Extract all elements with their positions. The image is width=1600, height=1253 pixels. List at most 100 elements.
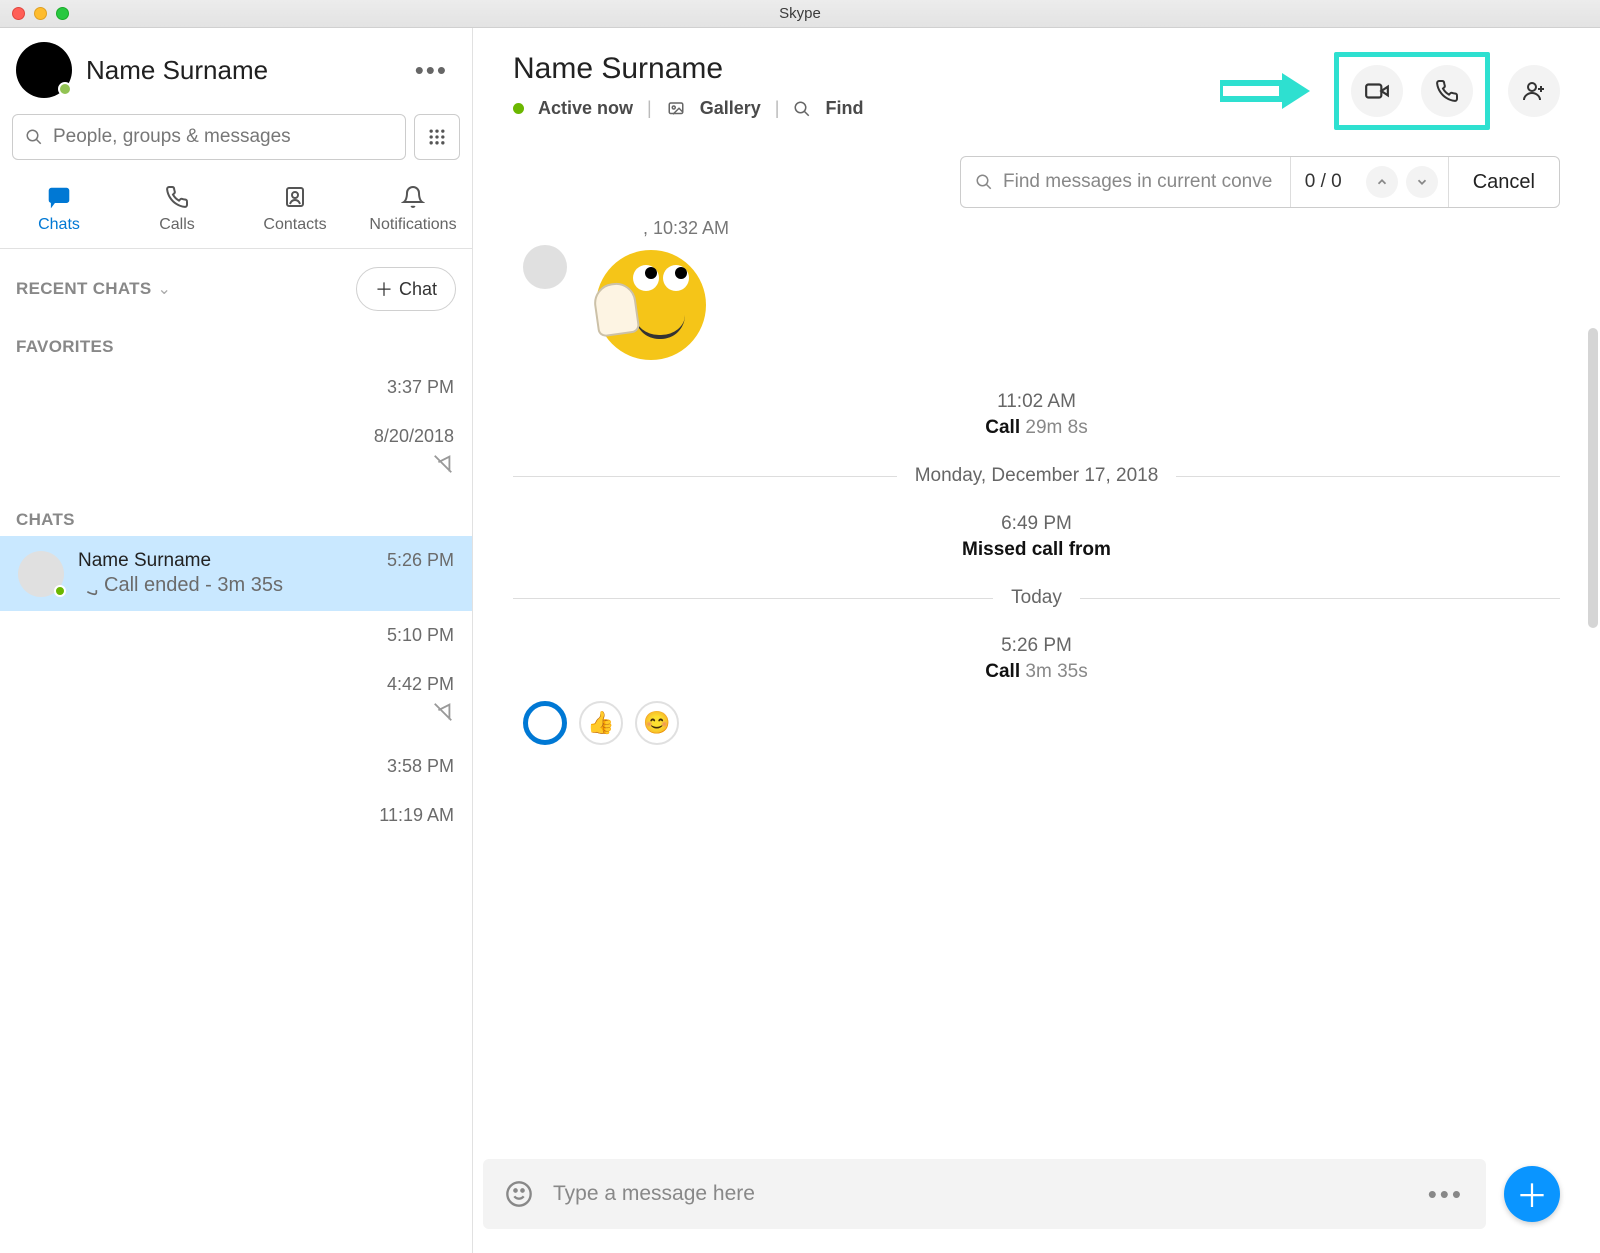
event-time: 6:49 PM: [513, 513, 1560, 535]
item-time: 5:26 PM: [387, 550, 454, 571]
dialpad-icon: [427, 127, 447, 147]
find-input[interactable]: Find messages in current conve: [961, 171, 1290, 193]
item-time: 11:19 AM: [18, 805, 454, 826]
new-action-button[interactable]: ＋: [1504, 1166, 1560, 1222]
day-label: Monday, December 17, 2018: [915, 465, 1159, 487]
avatar[interactable]: [16, 42, 72, 98]
conversation-header: Name Surname Active now | Gallery | Find: [473, 28, 1600, 140]
item-time: 5:10 PM: [18, 625, 454, 646]
app-title: Skype: [0, 5, 1600, 22]
search-icon: [25, 128, 43, 146]
gallery-icon: [666, 100, 686, 118]
traffic-lights: [0, 7, 69, 20]
audio-call-button[interactable]: [1421, 65, 1473, 117]
find-bar: Find messages in current conve 0 / 0 Can…: [960, 156, 1560, 208]
call-ended-icon: [78, 576, 98, 596]
list-item[interactable]: 8/20/2018: [0, 412, 472, 494]
status-text: Active now: [538, 98, 633, 119]
call-event: 5:26 PM Call 3m 35s: [513, 635, 1560, 683]
list-item[interactable]: 11:19 AM: [0, 791, 472, 840]
reaction-cortana[interactable]: [523, 701, 567, 745]
chat-list: 3:37 PM 8/20/2018 CHATS Name Surname 5:2…: [0, 363, 472, 1253]
message-composer[interactable]: Type a message here •••: [483, 1159, 1486, 1229]
find-link[interactable]: Find: [825, 98, 863, 119]
find-count: 0 / 0: [1290, 157, 1356, 207]
annotation-arrow-icon: [1220, 73, 1310, 109]
sidebar: Name Surname ••• People, groups & messag…: [0, 28, 473, 1253]
tab-contacts[interactable]: Contacts: [236, 172, 354, 248]
item-name: Name Surname: [78, 550, 211, 572]
new-chat-button[interactable]: ＋ Chat: [356, 267, 456, 311]
window-minimize-button[interactable]: [34, 7, 47, 20]
reaction-thumbs-up[interactable]: 👍: [579, 701, 623, 745]
recent-chats-header: RECENT CHATS ⌄ ＋ Chat: [0, 249, 472, 321]
chevron-down-icon: [1415, 175, 1429, 189]
event-time: 5:26 PM: [513, 635, 1560, 657]
search-icon: [793, 100, 811, 118]
gallery-link[interactable]: Gallery: [700, 98, 761, 119]
missed-call-event: 6:49 PM Missed call from: [513, 513, 1560, 561]
presence-dot-icon: [513, 103, 524, 114]
dialpad-button[interactable]: [414, 114, 460, 160]
tab-label: Contacts: [236, 216, 354, 234]
list-item[interactable]: 3:58 PM: [0, 742, 472, 791]
list-item[interactable]: 5:10 PM: [0, 611, 472, 660]
tab-label: Chats: [0, 216, 118, 234]
profile-name: Name Surname: [86, 55, 268, 86]
nav-tabs: Chats Calls Contacts Notifications: [0, 172, 472, 249]
item-time: 8/20/2018: [18, 426, 454, 447]
reaction-smile[interactable]: 😊: [635, 701, 679, 745]
window-titlebar: Skype: [0, 0, 1600, 28]
tab-chats[interactable]: Chats: [0, 172, 118, 248]
composer-placeholder: Type a message here: [553, 1182, 755, 1206]
conversation-pane: Name Surname Active now | Gallery | Find: [473, 28, 1600, 1253]
video-call-button[interactable]: [1351, 65, 1403, 117]
tab-label: Calls: [118, 216, 236, 234]
composer-more-button[interactable]: •••: [1428, 1179, 1464, 1210]
conversation-title: Name Surname: [513, 52, 863, 86]
video-icon: [1364, 78, 1390, 104]
emoji-sticker: [591, 245, 711, 365]
plus-icon: ＋: [375, 276, 393, 302]
tab-notifications[interactable]: Notifications: [354, 172, 472, 248]
day-separator: Today: [513, 587, 1560, 609]
muted-icon: [432, 701, 454, 723]
list-item[interactable]: 4:42 PM: [0, 660, 472, 742]
list-item[interactable]: 3:37 PM: [0, 363, 472, 412]
find-prev-button[interactable]: [1366, 166, 1398, 198]
add-participant-button[interactable]: [1508, 65, 1560, 117]
scrollbar[interactable]: [1588, 328, 1598, 628]
tab-calls[interactable]: Calls: [118, 172, 236, 248]
favorites-header: FAVORITES: [0, 321, 472, 363]
contacts-icon: [283, 185, 307, 209]
search-placeholder: People, groups & messages: [53, 126, 291, 148]
muted-icon: [432, 453, 454, 475]
avatar: [523, 245, 567, 289]
emoji-icon[interactable]: [505, 1180, 533, 1208]
find-cancel-button[interactable]: Cancel: [1448, 157, 1559, 207]
person-add-icon: [1522, 79, 1546, 103]
find-placeholder: Find messages in current conve: [1003, 171, 1272, 193]
chat-icon: [46, 184, 72, 210]
item-time: 4:42 PM: [18, 674, 454, 695]
message-timestamp: , 10:32 AM: [513, 218, 1560, 239]
chevron-down-icon[interactable]: ⌄: [158, 279, 171, 299]
call-event: 11:02 AM Call 29m 8s: [513, 391, 1560, 439]
event-time: 11:02 AM: [513, 391, 1560, 413]
day-separator: Monday, December 17, 2018: [513, 465, 1560, 487]
item-subtitle: Call ended - 3m 35s: [104, 574, 283, 597]
list-item-selected[interactable]: Name Surname 5:26 PM Call ended - 3m 35s: [0, 536, 472, 611]
phone-icon: [165, 185, 189, 209]
window-close-button[interactable]: [12, 7, 25, 20]
window-maximize-button[interactable]: [56, 7, 69, 20]
search-icon: [975, 173, 993, 191]
search-input[interactable]: People, groups & messages: [12, 114, 406, 160]
annotation-highlight: [1334, 52, 1490, 130]
more-button[interactable]: •••: [407, 51, 456, 90]
item-time: 3:58 PM: [18, 756, 454, 777]
message-list[interactable]: , 10:32 AM 11:02 AM Call 29m 8s Monday, …: [473, 218, 1600, 1143]
reaction-bar: 👍 😊: [513, 683, 1560, 745]
bell-icon: [401, 185, 425, 209]
avatar: [18, 551, 64, 597]
find-next-button[interactable]: [1406, 166, 1438, 198]
